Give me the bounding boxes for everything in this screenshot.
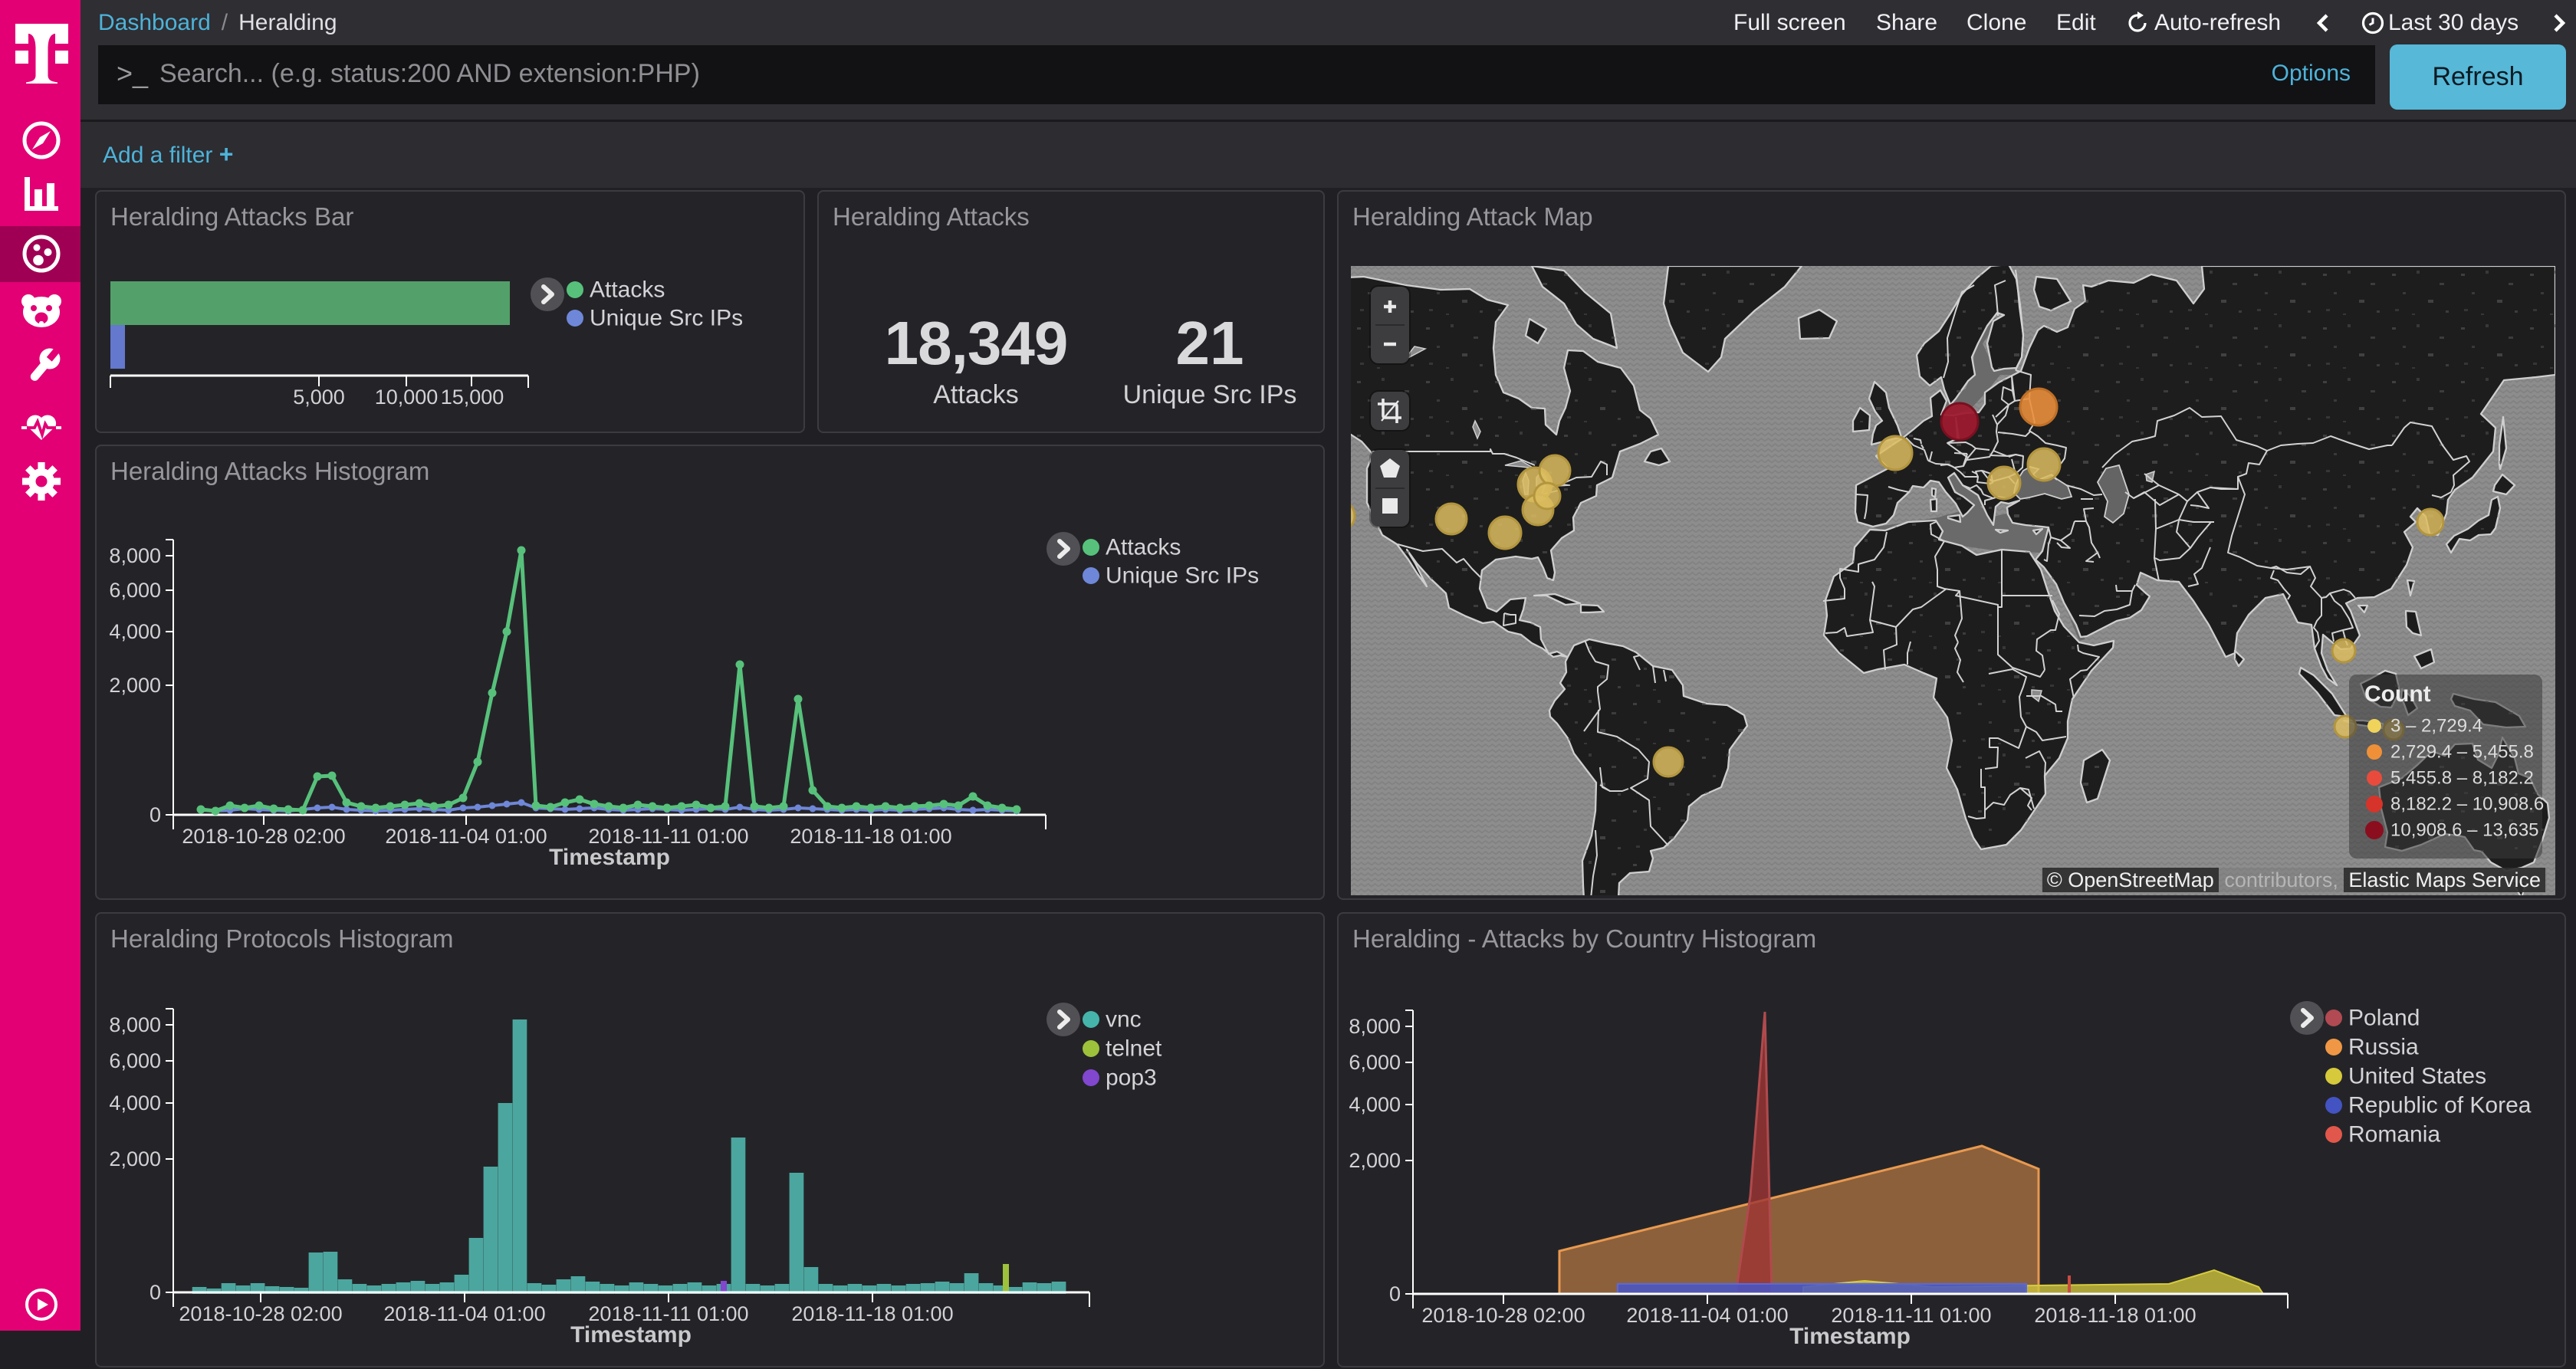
svg-text:Timestamp: Timestamp: [549, 845, 670, 870]
svg-text:8,000: 8,000: [1349, 1015, 1401, 1038]
svg-text:2,000: 2,000: [1349, 1149, 1401, 1172]
svg-text:8,000: 8,000: [109, 1013, 161, 1036]
svg-text:Unique Src IPs: Unique Src IPs: [590, 306, 743, 331]
svg-text:2018-11-18 01:00: 2018-11-18 01:00: [790, 825, 951, 848]
svg-text:Republic of Korea: Republic of Korea: [2348, 1093, 2532, 1118]
svg-text:4,000: 4,000: [109, 1092, 161, 1115]
svg-text:Timestamp: Timestamp: [1789, 1324, 1911, 1349]
svg-text:2,000: 2,000: [109, 1147, 161, 1170]
svg-text:Unique Src IPs: Unique Src IPs: [1106, 563, 1259, 589]
svg-text:Timestamp: Timestamp: [570, 1322, 692, 1348]
svg-text:5,455.8 – 8,182.2: 5,455.8 – 8,182.2: [2390, 768, 2534, 789]
svg-text:2,729.4 – 5,455.8: 2,729.4 – 5,455.8: [2390, 742, 2534, 763]
svg-text:10,000: 10,000: [375, 386, 439, 409]
svg-text:2018-11-18 01:00: 2018-11-18 01:00: [2034, 1304, 2196, 1327]
svg-text:6,000: 6,000: [1349, 1051, 1401, 1074]
svg-text:3 – 2,729.4: 3 – 2,729.4: [2390, 716, 2482, 737]
svg-text:0: 0: [1389, 1282, 1401, 1305]
svg-text:5,000: 5,000: [293, 386, 345, 409]
svg-text:pop3: pop3: [1106, 1065, 1157, 1091]
svg-text:Attacks: Attacks: [1106, 535, 1181, 560]
svg-text:2,000: 2,000: [109, 674, 161, 697]
svg-text:Romania: Romania: [2348, 1122, 2440, 1147]
svg-text:2018-11-04 01:00: 2018-11-04 01:00: [1626, 1304, 1788, 1327]
svg-text:6,000: 6,000: [109, 1049, 161, 1072]
svg-text:2018-11-04 01:00: 2018-11-04 01:00: [385, 825, 547, 848]
svg-text:2018-10-28 02:00: 2018-10-28 02:00: [182, 825, 345, 848]
svg-text:Count: Count: [2364, 681, 2431, 707]
svg-text:15,000: 15,000: [441, 386, 504, 409]
svg-text:8,182.2 – 10,908.6: 8,182.2 – 10,908.6: [2390, 794, 2544, 815]
svg-text:vnc: vnc: [1106, 1007, 1142, 1032]
svg-text:2018-10-28 02:00: 2018-10-28 02:00: [1421, 1304, 1585, 1327]
svg-text:0: 0: [150, 1281, 161, 1304]
svg-text:Russia: Russia: [2348, 1035, 2419, 1060]
svg-text:0: 0: [150, 803, 161, 826]
svg-text:Attacks: Attacks: [590, 277, 665, 303]
svg-text:4,000: 4,000: [109, 620, 161, 643]
svg-text:8,000: 8,000: [109, 544, 161, 567]
svg-text:4,000: 4,000: [1349, 1093, 1401, 1116]
svg-text:6,000: 6,000: [109, 579, 161, 602]
svg-text:2018-10-28 02:00: 2018-10-28 02:00: [179, 1302, 342, 1325]
svg-text:telnet: telnet: [1106, 1036, 1162, 1062]
svg-text:Poland: Poland: [2348, 1006, 2420, 1031]
svg-text:10,908.6 – 13,635: 10,908.6 – 13,635: [2390, 820, 2539, 841]
svg-text:2018-11-18 01:00: 2018-11-18 01:00: [791, 1302, 953, 1325]
svg-text:United States: United States: [2348, 1064, 2486, 1089]
svg-text:2018-11-04 01:00: 2018-11-04 01:00: [383, 1302, 545, 1325]
